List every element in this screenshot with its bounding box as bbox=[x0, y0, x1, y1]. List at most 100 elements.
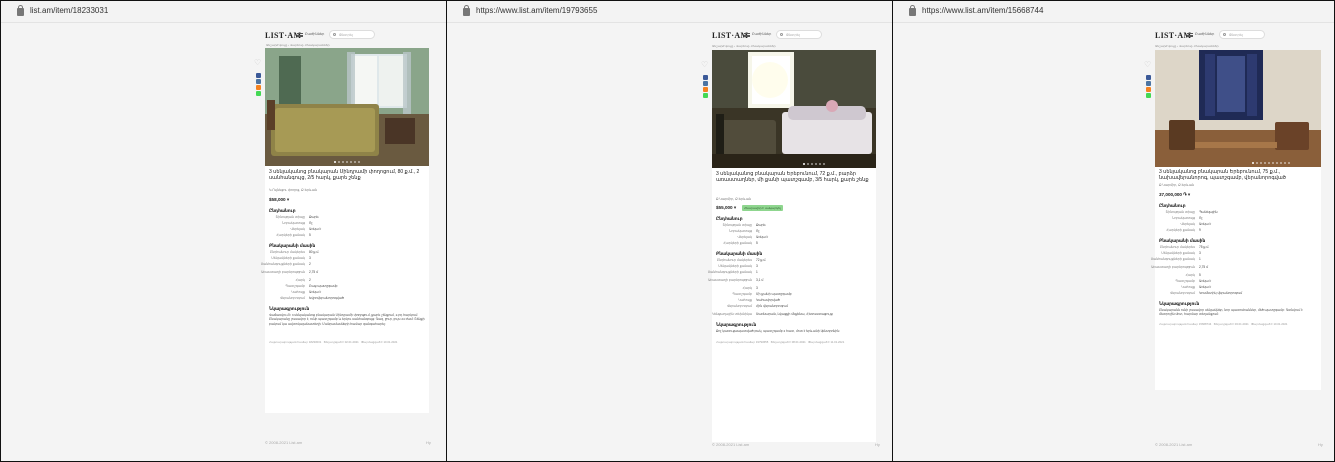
carousel-dot[interactable] bbox=[1260, 162, 1262, 164]
vk-share-icon[interactable] bbox=[1146, 81, 1151, 86]
ok-share-icon[interactable] bbox=[256, 85, 261, 90]
listing-location[interactable]: Ք.Կարմիր, Ք.Երևան bbox=[716, 197, 751, 201]
menu-icon[interactable] bbox=[744, 33, 750, 37]
carousel-dot[interactable] bbox=[823, 163, 825, 165]
search-input[interactable]: Փնտրել bbox=[776, 30, 822, 39]
listing-location[interactable]: Ք.Կարմիր, Ք.Երևան bbox=[1159, 183, 1194, 187]
carousel-dot[interactable] bbox=[819, 163, 821, 165]
address-bar[interactable]: https://www.list.am/item/19793655 bbox=[447, 1, 892, 23]
address-bar[interactable]: list.am/item/18233031 bbox=[1, 1, 446, 23]
attribute-key: Սենյակների քանակ bbox=[718, 264, 752, 268]
url-text[interactable]: https://www.list.am/item/15668744 bbox=[922, 6, 1043, 15]
lock-icon bbox=[909, 5, 916, 16]
carousel-dot[interactable] bbox=[1280, 162, 1282, 164]
ok-share-icon[interactable] bbox=[1146, 87, 1151, 92]
attribute-key: Կահույք bbox=[738, 298, 752, 302]
menu-label[interactable]: Բաժիններ bbox=[752, 32, 771, 36]
search-input[interactable]: Փնտրել bbox=[329, 30, 375, 39]
attribute-value: 2,75 մ bbox=[1199, 265, 1209, 269]
attribute-key: Սանհանգույցների քանակ bbox=[707, 270, 752, 274]
favorite-heart-icon[interactable]: ♡ bbox=[701, 61, 708, 69]
url-text[interactable]: https://www.list.am/item/19793655 bbox=[476, 6, 597, 15]
menu-icon[interactable] bbox=[297, 33, 303, 37]
photo-carousel-dots[interactable] bbox=[265, 161, 429, 163]
attribute-value: Հին վերանորոգում bbox=[756, 304, 788, 308]
listing-photo[interactable] bbox=[265, 48, 429, 166]
carousel-dot[interactable] bbox=[1284, 162, 1286, 164]
listing-location[interactable]: Կ.Ուլնեցու փողոց, Ք.Երևան bbox=[269, 188, 317, 192]
breadcrumb[interactable]: Անշարժ գույք › Վարձով › Բնակարաններ bbox=[1155, 44, 1219, 48]
carousel-dot[interactable] bbox=[350, 161, 352, 163]
listing-price[interactable]: $58,000 ▾ bbox=[269, 197, 289, 203]
site-logo[interactable]: LIST·AM bbox=[1155, 31, 1191, 40]
page-footer: © 2008-2021 List.am bbox=[1155, 442, 1193, 447]
language-switch[interactable]: Hy bbox=[875, 442, 880, 447]
vk-share-icon[interactable] bbox=[256, 79, 261, 84]
browser-panel-3: https://www.list.am/item/15668744 LIST·A… bbox=[893, 1, 1334, 461]
listing-card: 3 սենյականոց բնակարան Սինդրամի փողոցում,… bbox=[261, 48, 429, 413]
attribute-value: 2 bbox=[309, 262, 311, 266]
listing-updated-date: Թարմացված է 10.01.2021 bbox=[1251, 322, 1288, 326]
carousel-dot[interactable] bbox=[1268, 162, 1270, 164]
lock-icon bbox=[17, 5, 24, 16]
carousel-dot[interactable] bbox=[346, 161, 348, 163]
carousel-dot[interactable] bbox=[1256, 162, 1258, 164]
menu-icon[interactable] bbox=[1187, 33, 1193, 37]
search-icon bbox=[780, 33, 783, 36]
carousel-dot[interactable] bbox=[811, 163, 813, 165]
attribute-value: Ոչ bbox=[309, 221, 313, 225]
vk-share-icon[interactable] bbox=[703, 81, 708, 86]
attribute-value: 2 bbox=[309, 278, 311, 282]
facebook-share-icon[interactable] bbox=[256, 73, 261, 78]
attribute-value: Ոչ bbox=[1199, 216, 1203, 220]
address-bar[interactable]: https://www.list.am/item/15668744 bbox=[893, 1, 1334, 23]
whatsapp-share-icon[interactable] bbox=[256, 91, 261, 96]
menu-label[interactable]: Բաժիններ bbox=[305, 32, 324, 36]
site-logo[interactable]: LIST·AM bbox=[265, 31, 301, 40]
carousel-dot[interactable] bbox=[1288, 162, 1290, 164]
carousel-dot[interactable] bbox=[338, 161, 340, 163]
negotiable-badge: Հնարավոր է սակարկել bbox=[742, 205, 783, 211]
listing-description: Վաճառվում է 3 սենյականոց բնակարան Սինդրա… bbox=[269, 313, 425, 326]
photo-carousel-dots[interactable] bbox=[1155, 162, 1321, 164]
attribute-key: Նորակառույց bbox=[282, 221, 305, 225]
carousel-dot[interactable] bbox=[342, 161, 344, 163]
breadcrumb[interactable]: Անշարժ գույք › Վարձով › Բնակարաններ bbox=[266, 43, 330, 47]
listing-photo[interactable] bbox=[1155, 50, 1321, 167]
carousel-dot[interactable] bbox=[1272, 162, 1274, 164]
language-switch[interactable]: Hy bbox=[1318, 442, 1323, 447]
menu-label[interactable]: Բաժիններ bbox=[1195, 32, 1214, 36]
listing-photo[interactable] bbox=[712, 50, 876, 168]
attribute-key: Հարկերի քանակ bbox=[723, 241, 752, 245]
facebook-share-icon[interactable] bbox=[703, 75, 708, 80]
favorite-heart-icon[interactable]: ♡ bbox=[254, 59, 261, 67]
search-input[interactable]: Փնտրել bbox=[1219, 30, 1265, 39]
carousel-dot[interactable] bbox=[1252, 162, 1254, 164]
listing-price[interactable]: 37,000,000 ֏ ▾ bbox=[1159, 192, 1190, 198]
site-logo[interactable]: LIST·AM bbox=[712, 31, 748, 40]
carousel-dot[interactable] bbox=[358, 161, 360, 163]
carousel-dot[interactable] bbox=[334, 161, 336, 163]
favorite-heart-icon[interactable]: ♡ bbox=[1144, 61, 1151, 69]
whatsapp-share-icon[interactable] bbox=[703, 93, 708, 98]
breadcrumb[interactable]: Անշարժ գույք › Վարձով › Բնակարաններ bbox=[712, 44, 776, 48]
facebook-share-icon[interactable] bbox=[1146, 75, 1151, 80]
bedroom-photo bbox=[712, 50, 876, 168]
carousel-dot[interactable] bbox=[807, 163, 809, 165]
carousel-dot[interactable] bbox=[803, 163, 805, 165]
attribute-value: Մի քանի պատշգամբ bbox=[756, 292, 792, 296]
attribute-key: Հարկերի քանակ bbox=[276, 233, 305, 237]
attribute-value: 5 bbox=[756, 241, 758, 245]
carousel-dot[interactable] bbox=[1264, 162, 1266, 164]
attribute-value: 3 bbox=[309, 256, 311, 260]
photo-carousel-dots[interactable] bbox=[712, 163, 876, 165]
carousel-dot[interactable] bbox=[354, 161, 356, 163]
carousel-dot[interactable] bbox=[1276, 162, 1278, 164]
ok-share-icon[interactable] bbox=[703, 87, 708, 92]
language-switch[interactable]: Hy bbox=[426, 440, 431, 445]
url-text[interactable]: list.am/item/18233031 bbox=[30, 6, 108, 15]
whatsapp-share-icon[interactable] bbox=[1146, 93, 1151, 98]
carousel-dot[interactable] bbox=[815, 163, 817, 165]
listing-price[interactable]: $55,000 ▾ bbox=[716, 205, 736, 211]
section-apartment: Բնակարանի մասին bbox=[716, 251, 763, 256]
